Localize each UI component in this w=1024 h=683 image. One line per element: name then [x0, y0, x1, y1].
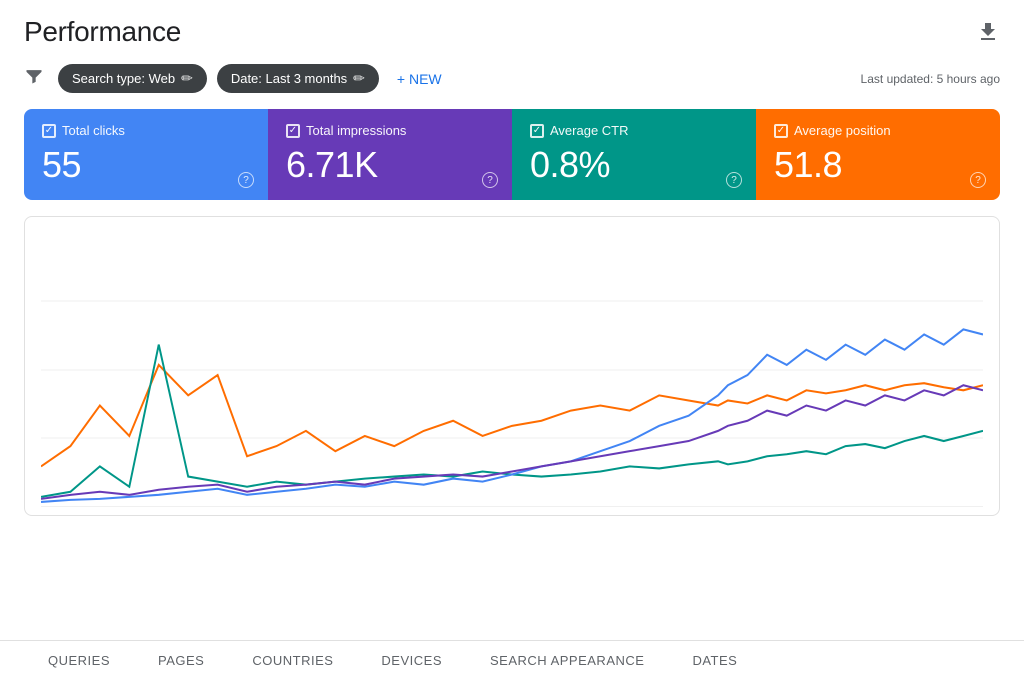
bottom-tabs: QUERIES PAGES COUNTRIES DEVICES SEARCH A…: [0, 640, 1024, 683]
ctr-checkbox: [530, 124, 544, 138]
search-type-edit-icon: ✏: [181, 70, 193, 87]
metric-card-impressions[interactable]: Total impressions 6.71K ?: [268, 109, 512, 200]
last-updated: Last updated: 5 hours ago: [861, 72, 1000, 86]
metric-card-clicks-header: Total clicks: [42, 123, 250, 138]
search-type-chip[interactable]: Search type: Web ✏: [58, 64, 207, 93]
impressions-help-icon[interactable]: ?: [482, 172, 498, 188]
header: Performance: [0, 0, 1024, 56]
filter-icon[interactable]: [24, 66, 44, 91]
tab-search-appearance[interactable]: SEARCH APPEARANCE: [466, 641, 668, 683]
header-right: [976, 20, 1000, 44]
chart-area: 4/2/21 4/13/21 4/24/21 5/5/21 5/16/21 5/…: [24, 216, 1000, 516]
date-chip[interactable]: Date: Last 3 months ✏: [217, 64, 379, 93]
ctr-help-icon[interactable]: ?: [726, 172, 742, 188]
metric-card-position[interactable]: Average position 51.8 ?: [756, 109, 1000, 200]
ctr-value: 0.8%: [530, 144, 738, 186]
impressions-label: Total impressions: [306, 123, 406, 138]
metric-card-impressions-header: Total impressions: [286, 123, 494, 138]
metric-card-ctr[interactable]: Average CTR 0.8% ?: [512, 109, 756, 200]
clicks-checkbox: [42, 124, 56, 138]
tab-pages[interactable]: PAGES: [134, 641, 228, 683]
clicks-value: 55: [42, 144, 250, 186]
clicks-help-icon[interactable]: ?: [238, 172, 254, 188]
download-icon[interactable]: [976, 20, 1000, 44]
date-edit-icon: ✏: [353, 70, 365, 87]
tab-countries[interactable]: COUNTRIES: [228, 641, 357, 683]
new-button[interactable]: + NEW: [389, 65, 450, 93]
impressions-checkbox: [286, 124, 300, 138]
metric-card-ctr-header: Average CTR: [530, 123, 738, 138]
tab-dates[interactable]: DATES: [668, 641, 761, 683]
position-value: 51.8: [774, 144, 982, 186]
position-checkbox: [774, 124, 788, 138]
impressions-value: 6.71K: [286, 144, 494, 186]
ctr-label: Average CTR: [550, 123, 629, 138]
tab-devices[interactable]: DEVICES: [357, 641, 466, 683]
performance-chart: 4/2/21 4/13/21 4/24/21 5/5/21 5/16/21 5/…: [41, 233, 983, 507]
date-chip-label: Date: Last 3 months: [231, 71, 347, 86]
metric-card-clicks[interactable]: Total clicks 55 ?: [24, 109, 268, 200]
metric-cards: Total clicks 55 ? Total impressions 6.71…: [24, 109, 1000, 200]
search-type-chip-label: Search type: Web: [72, 71, 175, 86]
clicks-label: Total clicks: [62, 123, 125, 138]
position-label: Average position: [794, 123, 891, 138]
position-help-icon[interactable]: ?: [970, 172, 986, 188]
metric-card-position-header: Average position: [774, 123, 982, 138]
tab-queries[interactable]: QUERIES: [24, 641, 134, 683]
page-wrapper: Performance Search type: Web ✏ Date: Las…: [0, 0, 1024, 683]
filter-bar: Search type: Web ✏ Date: Last 3 months ✏…: [0, 56, 1024, 105]
page-title: Performance: [24, 16, 181, 48]
